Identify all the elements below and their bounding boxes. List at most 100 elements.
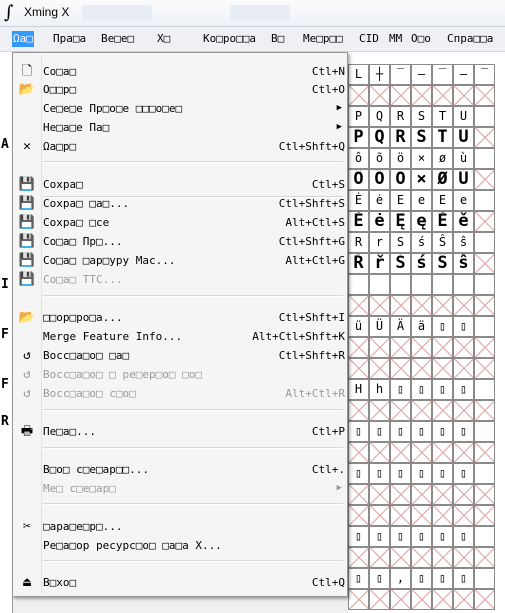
glyph-cell[interactable] (453, 589, 474, 610)
glyph-cell[interactable]: ▯ (411, 463, 432, 484)
glyph-cell[interactable]: Ė (348, 211, 369, 232)
glyph-cell[interactable]: ś (411, 253, 432, 274)
menu-item[interactable]: 💾 Coxpa□ □a□... Ctl+Shft+S (15, 194, 345, 213)
glyph-cell[interactable]: ė (369, 211, 390, 232)
menu-item[interactable]: 💾 Coxpa□ Ctl+S (15, 175, 345, 194)
glyph-cell[interactable] (474, 505, 495, 526)
glyph-cell[interactable] (453, 547, 474, 568)
glyph-cell[interactable] (432, 442, 453, 463)
glyph-cell[interactable] (369, 295, 390, 316)
glyph-cell[interactable]: ŝ (453, 253, 474, 274)
glyph-cell[interactable] (474, 463, 495, 484)
glyph-cell[interactable] (474, 253, 495, 274)
menu-item[interactable]: 💾 Co□a□ □ap□ypy Mac... Alt+Ctl+G (15, 251, 345, 270)
glyph-cell[interactable]: Q (369, 106, 390, 127)
glyph-cell[interactable]: T (432, 106, 453, 127)
glyph-cell[interactable] (432, 274, 453, 295)
glyph-cell[interactable] (474, 190, 495, 211)
menubar-item-1[interactable]: Пpa□a (52, 31, 87, 47)
glyph-cell[interactable]: T (432, 127, 453, 148)
glyph-cell[interactable] (411, 484, 432, 505)
glyph-cell[interactable]: ø (432, 148, 453, 169)
glyph-cell[interactable]: S (411, 127, 432, 148)
menu-item[interactable]: ✕ Ωa□p□ Ctl+Shft+Q (15, 137, 345, 156)
glyph-cell[interactable] (411, 589, 432, 610)
glyph-cell[interactable]: ▯ (432, 421, 453, 442)
menu-item[interactable]: 📂 □□op□po□a... Ctl+Shft+I (15, 308, 345, 327)
glyph-cell[interactable]: S (411, 106, 432, 127)
menu-item[interactable]: B□o□ c□e□ap□□... Ctl+. (15, 460, 345, 479)
glyph-cell[interactable]: L (348, 64, 369, 85)
glyph-cell[interactable] (390, 400, 411, 421)
glyph-cell[interactable] (369, 505, 390, 526)
glyph-cell[interactable]: Ø (432, 169, 453, 190)
glyph-cell[interactable] (432, 358, 453, 379)
glyph-cell[interactable] (432, 505, 453, 526)
glyph-cell[interactable]: ė (369, 190, 390, 211)
menubar-item-8[interactable]: MM (388, 31, 403, 47)
glyph-cell[interactable] (348, 274, 369, 295)
glyph-cell[interactable] (474, 526, 495, 547)
glyph-cell[interactable]: e (453, 190, 474, 211)
glyph-cell[interactable]: Ś (390, 253, 411, 274)
glyph-cell[interactable] (369, 589, 390, 610)
glyph-cell[interactable]: ▯ (411, 421, 432, 442)
menu-item[interactable]: ↺ Bocc□a□o□ □a□ Ctl+Shft+R (15, 346, 345, 365)
glyph-cell[interactable]: ‾ (432, 64, 453, 85)
glyph-cell[interactable] (390, 358, 411, 379)
glyph-cell[interactable] (390, 295, 411, 316)
glyph-cell[interactable]: ▯ (411, 379, 432, 400)
glyph-cell[interactable] (348, 85, 369, 106)
glyph-cell[interactable]: ‾ (474, 64, 495, 85)
glyph-cell[interactable]: ▯ (453, 463, 474, 484)
glyph-cell[interactable] (369, 85, 390, 106)
glyph-cell[interactable] (474, 337, 495, 358)
glyph-cell[interactable] (348, 547, 369, 568)
glyph-cell[interactable]: ▯ (390, 379, 411, 400)
glyph-cell[interactable] (474, 211, 495, 232)
glyph-cell[interactable]: ü (348, 316, 369, 337)
menu-item[interactable]: Pe□a□op pecypc□o□ □a□a X... (15, 536, 345, 555)
glyph-cell[interactable]: Ŝ (432, 232, 453, 253)
glyph-cell[interactable]: R (390, 106, 411, 127)
glyph-cell[interactable] (453, 442, 474, 463)
glyph-cell[interactable] (432, 484, 453, 505)
glyph-cell[interactable]: ś (411, 232, 432, 253)
menu-item[interactable]: Merge Feature Info... Alt+Ctl+Shft+K (15, 327, 345, 346)
glyph-cell[interactable] (432, 400, 453, 421)
glyph-cell[interactable] (411, 85, 432, 106)
glyph-cell[interactable]: ▯ (348, 568, 369, 589)
glyph-cell[interactable]: ┼ (369, 64, 390, 85)
glyph-cell[interactable] (369, 547, 390, 568)
glyph-cell[interactable] (474, 547, 495, 568)
glyph-cell[interactable]: Õ (369, 169, 390, 190)
glyph-cell[interactable]: Ř (348, 253, 369, 274)
menubar-item-7[interactable]: CID (358, 31, 380, 47)
glyph-cell[interactable]: ▯ (390, 463, 411, 484)
glyph-cell[interactable] (474, 442, 495, 463)
glyph-cell[interactable] (474, 169, 495, 190)
glyph-cell[interactable]: , (390, 568, 411, 589)
glyph-cell[interactable] (474, 127, 495, 148)
glyph-cell[interactable]: ▯ (432, 316, 453, 337)
glyph-cell[interactable] (411, 274, 432, 295)
glyph-cell[interactable] (474, 421, 495, 442)
glyph-cell[interactable]: R (390, 127, 411, 148)
glyph-cell[interactable] (348, 400, 369, 421)
glyph-cell[interactable] (348, 505, 369, 526)
glyph-cell[interactable]: ▯ (453, 379, 474, 400)
menubar-item-3[interactable]: X□ (156, 31, 171, 47)
menubar-item-6[interactable]: Me□p□□ (302, 31, 344, 47)
glyph-cell[interactable]: ę (411, 211, 432, 232)
glyph-cell[interactable] (432, 589, 453, 610)
glyph-cell[interactable] (474, 400, 495, 421)
glyph-cell[interactable] (411, 505, 432, 526)
glyph-cell[interactable]: E (390, 190, 411, 211)
menubar-item-2[interactable]: Be□e□ (100, 31, 135, 47)
glyph-cell[interactable] (474, 568, 495, 589)
glyph-cell[interactable] (369, 337, 390, 358)
glyph-cell[interactable]: ▯ (369, 421, 390, 442)
glyph-cell[interactable] (453, 505, 474, 526)
glyph-cell[interactable] (348, 295, 369, 316)
glyph-cell[interactable]: Ŝ (432, 253, 453, 274)
